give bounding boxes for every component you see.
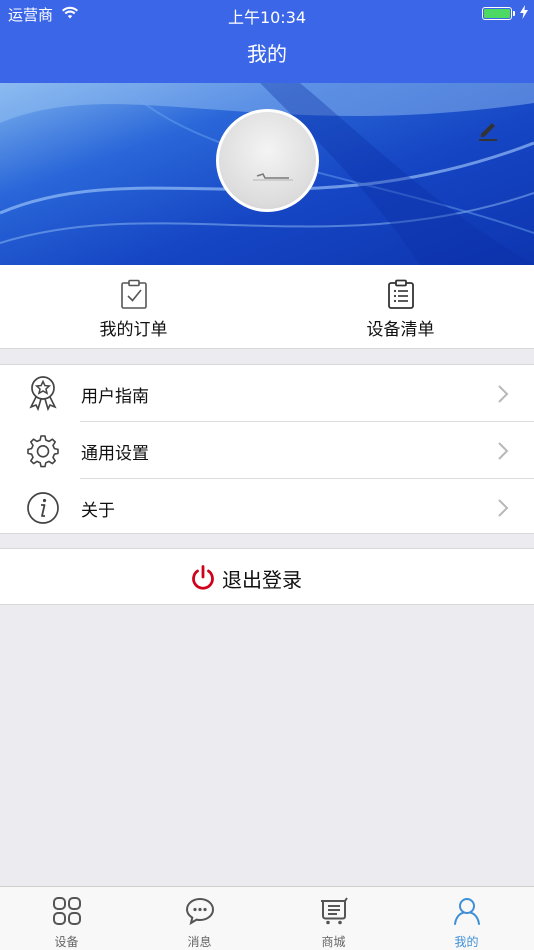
- cart-icon: [319, 896, 349, 926]
- tab-label-messages: 消息: [187, 935, 212, 949]
- quick-actions: 我的订单 设备清单: [0, 265, 534, 349]
- tab-store[interactable]: 商城: [267, 887, 400, 950]
- menu-label-user-guide: 用户指南: [81, 387, 149, 407]
- device-list-label: 设备清单: [366, 320, 435, 340]
- logout-label: 退出登录: [222, 568, 302, 592]
- battery-tip: [513, 11, 515, 16]
- navigation-bar: 我的: [0, 28, 534, 83]
- person-icon: [452, 896, 482, 926]
- info-icon: [26, 489, 60, 525]
- gear-icon: [26, 432, 60, 468]
- menu-label-about: 关于: [81, 501, 115, 521]
- chevron-right-icon: [496, 498, 510, 518]
- grid-icon: [52, 896, 82, 926]
- chevron-right-icon: [496, 384, 510, 404]
- charging-bolt-icon: [520, 5, 528, 23]
- clock: 上午10:34: [227, 8, 307, 27]
- status-bar: 运营商 上午10:34: [0, 0, 534, 28]
- settings-menu: 用户指南 通用设置 关于: [0, 364, 534, 534]
- edit-pencil-icon[interactable]: [474, 115, 502, 143]
- tab-bar: 设备 消息 商城 我的: [0, 886, 534, 950]
- chevron-right-icon: [496, 441, 510, 461]
- menu-item-general-settings[interactable]: 通用设置: [0, 422, 534, 479]
- tab-label-me: 我的: [454, 935, 479, 949]
- tab-me[interactable]: 我的: [400, 887, 533, 950]
- profile-header: [0, 83, 534, 265]
- clipboard-list-icon: [385, 278, 417, 310]
- menu-item-about[interactable]: 关于: [0, 479, 534, 536]
- tab-label-devices: 设备: [54, 935, 79, 949]
- my-orders-label: 我的订单: [99, 320, 168, 340]
- avatar[interactable]: [216, 109, 319, 212]
- power-icon: [190, 564, 216, 592]
- tab-messages[interactable]: 消息: [133, 887, 266, 950]
- page-title: 我的: [247, 42, 287, 66]
- chat-bubble-icon: [185, 896, 215, 926]
- menu-item-user-guide[interactable]: 用户指南: [0, 365, 534, 422]
- my-orders-button[interactable]: 我的订单: [0, 265, 267, 349]
- logout-button[interactable]: 退出登录: [0, 548, 534, 605]
- device-list-button[interactable]: 设备清单: [267, 265, 534, 349]
- tab-label-store: 商城: [321, 935, 346, 949]
- menu-label-general-settings: 通用设置: [81, 444, 149, 464]
- battery-icon: [482, 7, 512, 20]
- award-ribbon-icon: [26, 375, 60, 412]
- tab-devices[interactable]: 设备: [0, 887, 133, 950]
- clipboard-check-icon: [118, 278, 150, 310]
